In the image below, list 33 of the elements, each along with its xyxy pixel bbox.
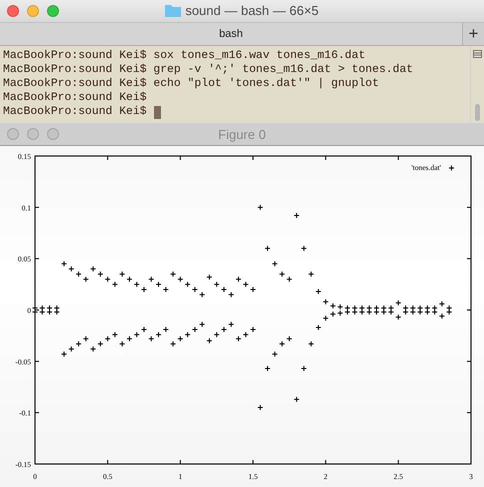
scrollbar-thumb[interactable] xyxy=(475,104,480,122)
data-point xyxy=(257,404,264,411)
folder-icon xyxy=(165,4,182,18)
data-point xyxy=(294,396,300,402)
terminal-line: MacBookPro:sound Kei$ grep -v '^;' tones_m16.dat > tones.dat xyxy=(3,63,414,78)
window-title: sound — bash — 66×5 xyxy=(185,3,319,18)
data-point xyxy=(308,340,314,347)
data-point xyxy=(272,260,278,267)
terminal-line: MacBookPro:sound Kei$ xyxy=(3,91,147,106)
data-point xyxy=(257,204,264,210)
data-point xyxy=(308,271,314,278)
close-button[interactable] xyxy=(7,5,19,17)
new-tab-button[interactable]: + xyxy=(462,22,484,46)
close-button[interactable] xyxy=(7,128,19,140)
data-point xyxy=(264,366,271,372)
minimize-button[interactable] xyxy=(27,128,39,140)
data-point xyxy=(264,245,271,252)
zoom-button[interactable] xyxy=(47,128,59,140)
legend-marker xyxy=(448,165,454,171)
data-point xyxy=(315,324,322,330)
minimize-button[interactable] xyxy=(27,5,39,17)
data-point xyxy=(315,288,322,295)
data-point xyxy=(294,212,300,219)
terminal-tab[interactable]: bash xyxy=(0,22,462,46)
scroll-marker-icon xyxy=(473,50,482,58)
terminal-line: MacBookPro:sound Kei$ echo "plot 'tones.dat'" | gnuplot xyxy=(3,77,379,92)
data-point xyxy=(300,366,307,372)
terminal-line: MacBookPro:sound Kei$ sox tones_m16.wav tones_m16.dat xyxy=(3,49,366,64)
zoom-button[interactable] xyxy=(47,5,59,17)
data-point xyxy=(272,351,278,358)
window-title: Figure 0 xyxy=(218,126,266,142)
data-point xyxy=(300,245,307,252)
terminal-line: MacBookPro:sound Kei$ xyxy=(3,105,147,120)
